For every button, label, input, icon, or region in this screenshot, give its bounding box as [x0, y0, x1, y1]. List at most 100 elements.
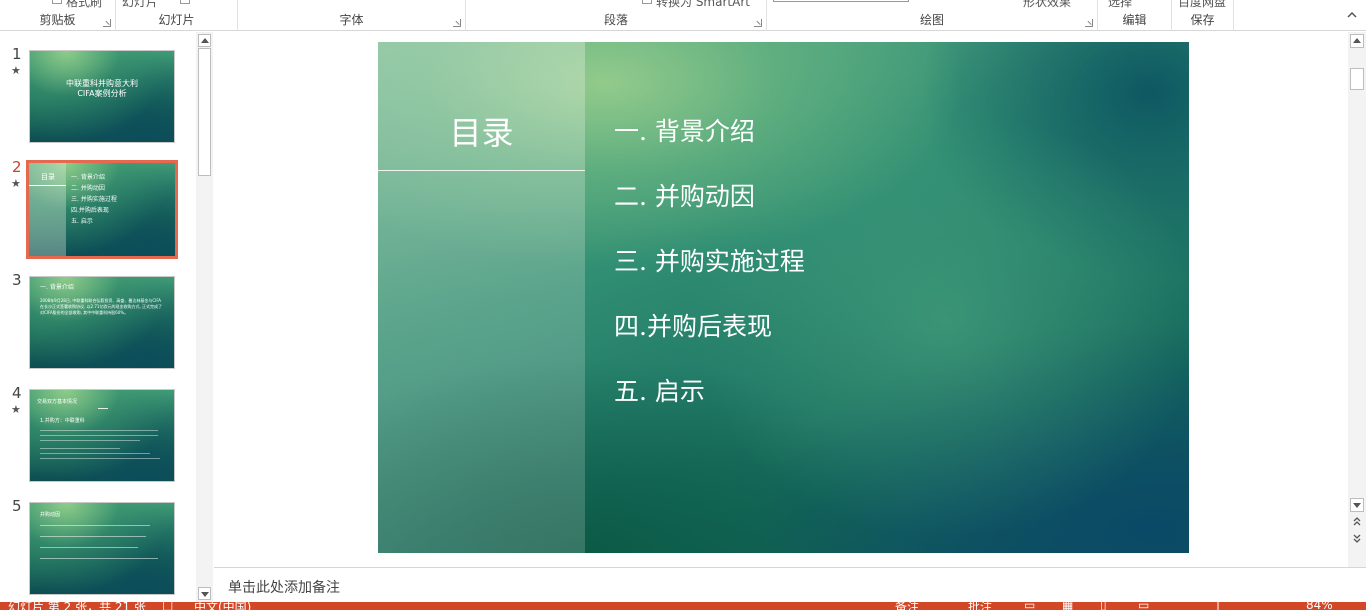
slide-number: 1: [12, 45, 22, 63]
comments-toggle-button[interactable]: 批注: [968, 602, 992, 610]
chevron-up-icon: [1353, 38, 1361, 43]
agenda-item[interactable]: 三. 并购实施过程: [614, 242, 805, 278]
agenda-item[interactable]: 四.并购后表现: [614, 307, 772, 343]
smartart-icon[interactable]: [642, 0, 652, 4]
slide-title[interactable]: 目录: [378, 108, 585, 154]
scrollbar-thumb[interactable]: [198, 48, 211, 176]
slide-number: 2: [12, 158, 22, 176]
slide-thumbnail[interactable]: 目录 一. 背景介绍 二. 并购动因 三. 并购实施过程 四.并购后表现 五. …: [26, 160, 178, 259]
thumb-body-text: 2008年9月28日, 中联重科联合弘毅投资、高盛、曼达林基金与CIFA在长沙正…: [40, 298, 162, 315]
slideshow-icon[interactable]: ▭: [1138, 602, 1149, 610]
thumb-text-line: [40, 558, 158, 559]
agenda-item[interactable]: 二. 并购动因: [614, 177, 755, 213]
ribbon-group-paragraph: 转换为 SmartArt 段落: [466, 0, 767, 31]
group-name-slides: 幻灯片: [158, 13, 195, 27]
thumb-title: 一. 背景介绍: [40, 284, 74, 291]
thumb-title-line: 中联重科并购意大利: [66, 79, 138, 88]
zoom-slider[interactable]: |: [1216, 602, 1220, 610]
thumb-text-line: [40, 440, 140, 441]
slide-thumbnail[interactable]: 交易双方基本情况 1.并购方：中联重科: [29, 389, 175, 482]
notes-toggle-button[interactable]: 备注: [895, 602, 919, 610]
scroll-down-button[interactable]: [1350, 498, 1364, 512]
zoom-level[interactable]: 84%: [1306, 602, 1333, 610]
ribbon-group-slides: 幻灯片 幻灯片: [116, 0, 238, 31]
thumb-title: 交易双方基本情况: [37, 399, 78, 405]
notes-pane[interactable]: 单击此处添加备注: [214, 567, 1366, 602]
thumb-title: 目录: [41, 173, 55, 181]
agenda-item[interactable]: 五. 启示: [614, 372, 705, 408]
thumb-divider: [98, 408, 108, 409]
slide-thumbnail[interactable]: 并购动因: [29, 502, 175, 595]
scroll-up-button[interactable]: [198, 34, 211, 47]
thumb-divider: [29, 185, 66, 186]
ribbon-group-editing: 选择 编辑: [1098, 0, 1172, 31]
animation-star-icon: ★: [11, 403, 21, 416]
chevron-down-icon: [200, 592, 209, 597]
format-painter-icon[interactable]: [52, 0, 62, 4]
chevron-down-icon: [1353, 503, 1361, 508]
thumb-text-line: [40, 458, 160, 459]
thumb-text-line: [40, 430, 158, 431]
scrollbar-thumb[interactable]: [1350, 68, 1364, 90]
thumb-text-line: [40, 536, 146, 537]
font-launcher-icon[interactable]: [453, 19, 461, 27]
group-name-editing: 编辑: [1122, 13, 1147, 27]
thumb-text-line: [40, 453, 150, 454]
current-slide[interactable]: 目录 一. 背景介绍 二. 并购动因 三. 并购实施过程 四.并购后表现 五. …: [378, 42, 1189, 553]
thumb-agenda-item: 一. 背景介绍: [71, 174, 105, 181]
group-name-font: 字体: [339, 13, 364, 27]
drawing-launcher-icon[interactable]: [1085, 19, 1093, 27]
slide-scrollbar[interactable]: [1348, 32, 1366, 567]
animation-star-icon: ★: [11, 64, 21, 77]
group-name-save: 保存: [1190, 13, 1215, 27]
thumb-agenda-item: 三. 并购实施过程: [71, 196, 117, 203]
slide-number: 4: [12, 384, 22, 402]
double-chevron-up-icon: [1353, 517, 1361, 526]
paragraph-launcher-icon[interactable]: [754, 19, 762, 27]
thumb-text-line: [40, 525, 150, 526]
thumb-text-line: [40, 435, 158, 436]
notes-placeholder[interactable]: 单击此处添加备注: [228, 577, 340, 597]
layout-icon[interactable]: [180, 0, 190, 4]
thumb-agenda-item: 五. 启示: [71, 218, 93, 225]
double-chevron-down-icon: [1353, 534, 1361, 543]
shapes-gallery[interactable]: [773, 0, 909, 2]
slide-divider-line: [378, 170, 585, 171]
thumb-agenda-item: 二. 并购动因: [71, 185, 105, 192]
slide-number: 3: [12, 271, 22, 289]
slide-thumbnail[interactable]: 中联重科并购意大利 CIFA案例分析: [29, 50, 175, 143]
scroll-up-button[interactable]: [1350, 34, 1364, 48]
select-label[interactable]: 选择: [1108, 0, 1132, 10]
language-status[interactable]: 中文(中国): [194, 602, 251, 610]
normal-view-icon[interactable]: ▭: [1024, 602, 1035, 610]
clipboard-launcher-icon[interactable]: [103, 19, 111, 27]
ribbon: 格式刷 剪贴板 幻灯片 幻灯片 字体 转换为 SmartArt 段落 形状效果 …: [0, 0, 1366, 31]
format-painter-label[interactable]: 格式刷: [66, 0, 102, 10]
next-slide-button[interactable]: [1351, 532, 1363, 544]
convert-smartart-label[interactable]: 转换为 SmartArt: [656, 0, 750, 10]
baidu-save-label[interactable]: 百度网盘: [1178, 0, 1226, 10]
thumbnail-scrollbar[interactable]: [196, 32, 213, 602]
slide-sorter-icon[interactable]: ▦: [1062, 602, 1073, 610]
thumb-title: 并购动因: [40, 512, 61, 518]
collapse-ribbon-icon[interactable]: [1346, 10, 1358, 20]
ribbon-group-save: 百度网盘 保存: [1172, 0, 1234, 31]
slide-position-status: 幻灯片 第 2 张，共 21 张: [8, 602, 146, 610]
ribbon-group-drawing: 形状效果 绘图: [767, 0, 1098, 31]
ribbon-group-font: 字体: [238, 0, 466, 31]
new-slide-label[interactable]: 幻灯片: [122, 0, 158, 10]
spellcheck-icon[interactable]: □: [162, 602, 173, 610]
group-name-drawing: 绘图: [919, 13, 944, 27]
slide-editing-area[interactable]: 目录 一. 背景介绍 二. 并购动因 三. 并购实施过程 四.并购后表现 五. …: [214, 32, 1348, 567]
thumb-subtitle: 1.并购方：中联重科: [40, 418, 85, 424]
scroll-down-button[interactable]: [198, 587, 211, 600]
animation-star-icon: ★: [11, 177, 21, 190]
group-name-paragraph: 段落: [603, 13, 628, 27]
reading-view-icon[interactable]: ▯: [1100, 602, 1107, 610]
thumb-agenda-item: 四.并购后表现: [71, 207, 109, 214]
shape-effects-label[interactable]: 形状效果: [1023, 0, 1071, 10]
previous-slide-button[interactable]: [1351, 516, 1363, 528]
agenda-item[interactable]: 一. 背景介绍: [614, 112, 755, 148]
thumb-text-line: [40, 448, 120, 449]
slide-thumbnail[interactable]: 一. 背景介绍 2008年9月28日, 中联重科联合弘毅投资、高盛、曼达林基金与…: [29, 276, 175, 369]
